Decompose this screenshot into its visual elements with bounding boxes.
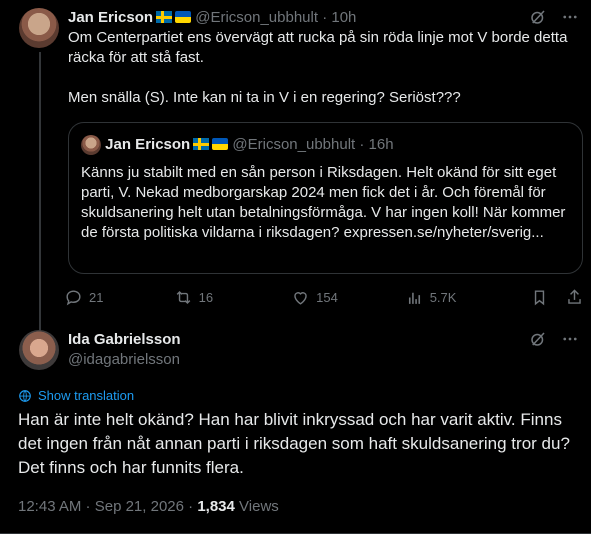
tweet-paragraph: Om Centerpartiet ens övervägt att rucka … <box>68 29 568 66</box>
tweet-timestamp[interactable]: 12:43 AM <box>18 498 81 515</box>
author-handle[interactable]: @Ericson_ubbhult <box>195 9 318 26</box>
main-tweet-header-actions <box>529 330 579 348</box>
like-button[interactable]: 154 <box>291 288 405 307</box>
grok-icon[interactable] <box>529 330 547 348</box>
author-name[interactable]: Ida Gabrielsson <box>68 331 181 348</box>
views-chart-icon <box>408 292 420 304</box>
share-icon <box>568 288 581 304</box>
quoted-author-name: Jan Ericson <box>105 136 191 153</box>
repost-icon <box>176 290 190 304</box>
main-tweet-header: Ida Gabrielsson @idagabrielsson <box>68 330 181 370</box>
views-label: Views <box>239 498 279 515</box>
globe-icon <box>19 389 31 402</box>
reply-icon <box>66 289 81 305</box>
like-count: 154 <box>316 289 338 305</box>
bookmark-button[interactable] <box>530 288 549 307</box>
author-name[interactable]: Jan Ericson <box>68 9 153 26</box>
views-count: 1,834 <box>197 498 235 515</box>
quoted-author-handle: @Ericson_ubbhult <box>232 136 356 153</box>
quoted-link[interactable]: expressen.se/nyheter/sverig... <box>344 224 544 241</box>
quoted-tweet-text: Känns ju stabilt med en sån person i Rik… <box>81 163 570 243</box>
tweet-action-bar: 21 16 154 5.7K <box>64 287 584 307</box>
quoted-tweet-card[interactable]: Jan Ericson @Ericson_ubbhult · 16h Känns… <box>68 122 583 274</box>
reply-count: 21 <box>89 289 104 305</box>
sweden-flag-icon <box>156 11 173 23</box>
tweet-time[interactable]: 10h <box>331 9 356 26</box>
avatar-jan-ericson[interactable] <box>19 8 59 48</box>
tweet-paragraph: Men snälla (S). Inte kan ni ta in V i en… <box>68 89 461 106</box>
bookmark-icon <box>534 289 545 305</box>
tweet-date[interactable]: Sep 21, 2026 <box>95 498 184 515</box>
reply-to-tweet-text: Om Centerpartiet ens övervägt att rucka … <box>68 28 578 128</box>
repost-count: 16 <box>198 289 214 305</box>
main-tweet-text: Han är inte helt okänd? Han har blivit i… <box>18 410 570 477</box>
author-handle[interactable]: @idagabrielsson <box>68 350 181 370</box>
reply-to-header: Jan Ericson @Ericson_ubbhult · 10h <box>68 9 357 26</box>
views-button[interactable]: 5.7K <box>405 288 530 307</box>
show-translation-label: Show translation <box>38 388 135 403</box>
quoted-tweet-time: 16h <box>368 136 394 153</box>
ukraine-flag-icon <box>175 11 192 23</box>
more-options-icon[interactable] <box>561 8 579 26</box>
quoted-tweet-header: Jan Ericson @Ericson_ubbhult · 16h <box>81 135 570 156</box>
tweet-metadata: 12:43 AM · Sep 21, 2026 · 1,834 Views <box>18 498 279 515</box>
quoted-avatar <box>81 135 101 156</box>
heart-icon <box>294 291 307 305</box>
repost-button[interactable]: 16 <box>174 288 291 307</box>
views-count: 5.7K <box>429 289 457 305</box>
reply-button[interactable]: 21 <box>64 288 174 307</box>
thread-connector-line <box>39 52 41 332</box>
share-button[interactable] <box>565 288 584 307</box>
reply-to-header-actions <box>529 8 579 26</box>
ukraine-flag-icon <box>212 138 229 150</box>
avatar-ida-gabrielsson[interactable] <box>19 330 59 370</box>
show-translation-link[interactable]: Show translation <box>18 388 134 403</box>
grok-icon[interactable] <box>529 8 547 26</box>
sweden-flag-icon <box>193 138 210 150</box>
more-options-icon[interactable] <box>561 330 579 348</box>
